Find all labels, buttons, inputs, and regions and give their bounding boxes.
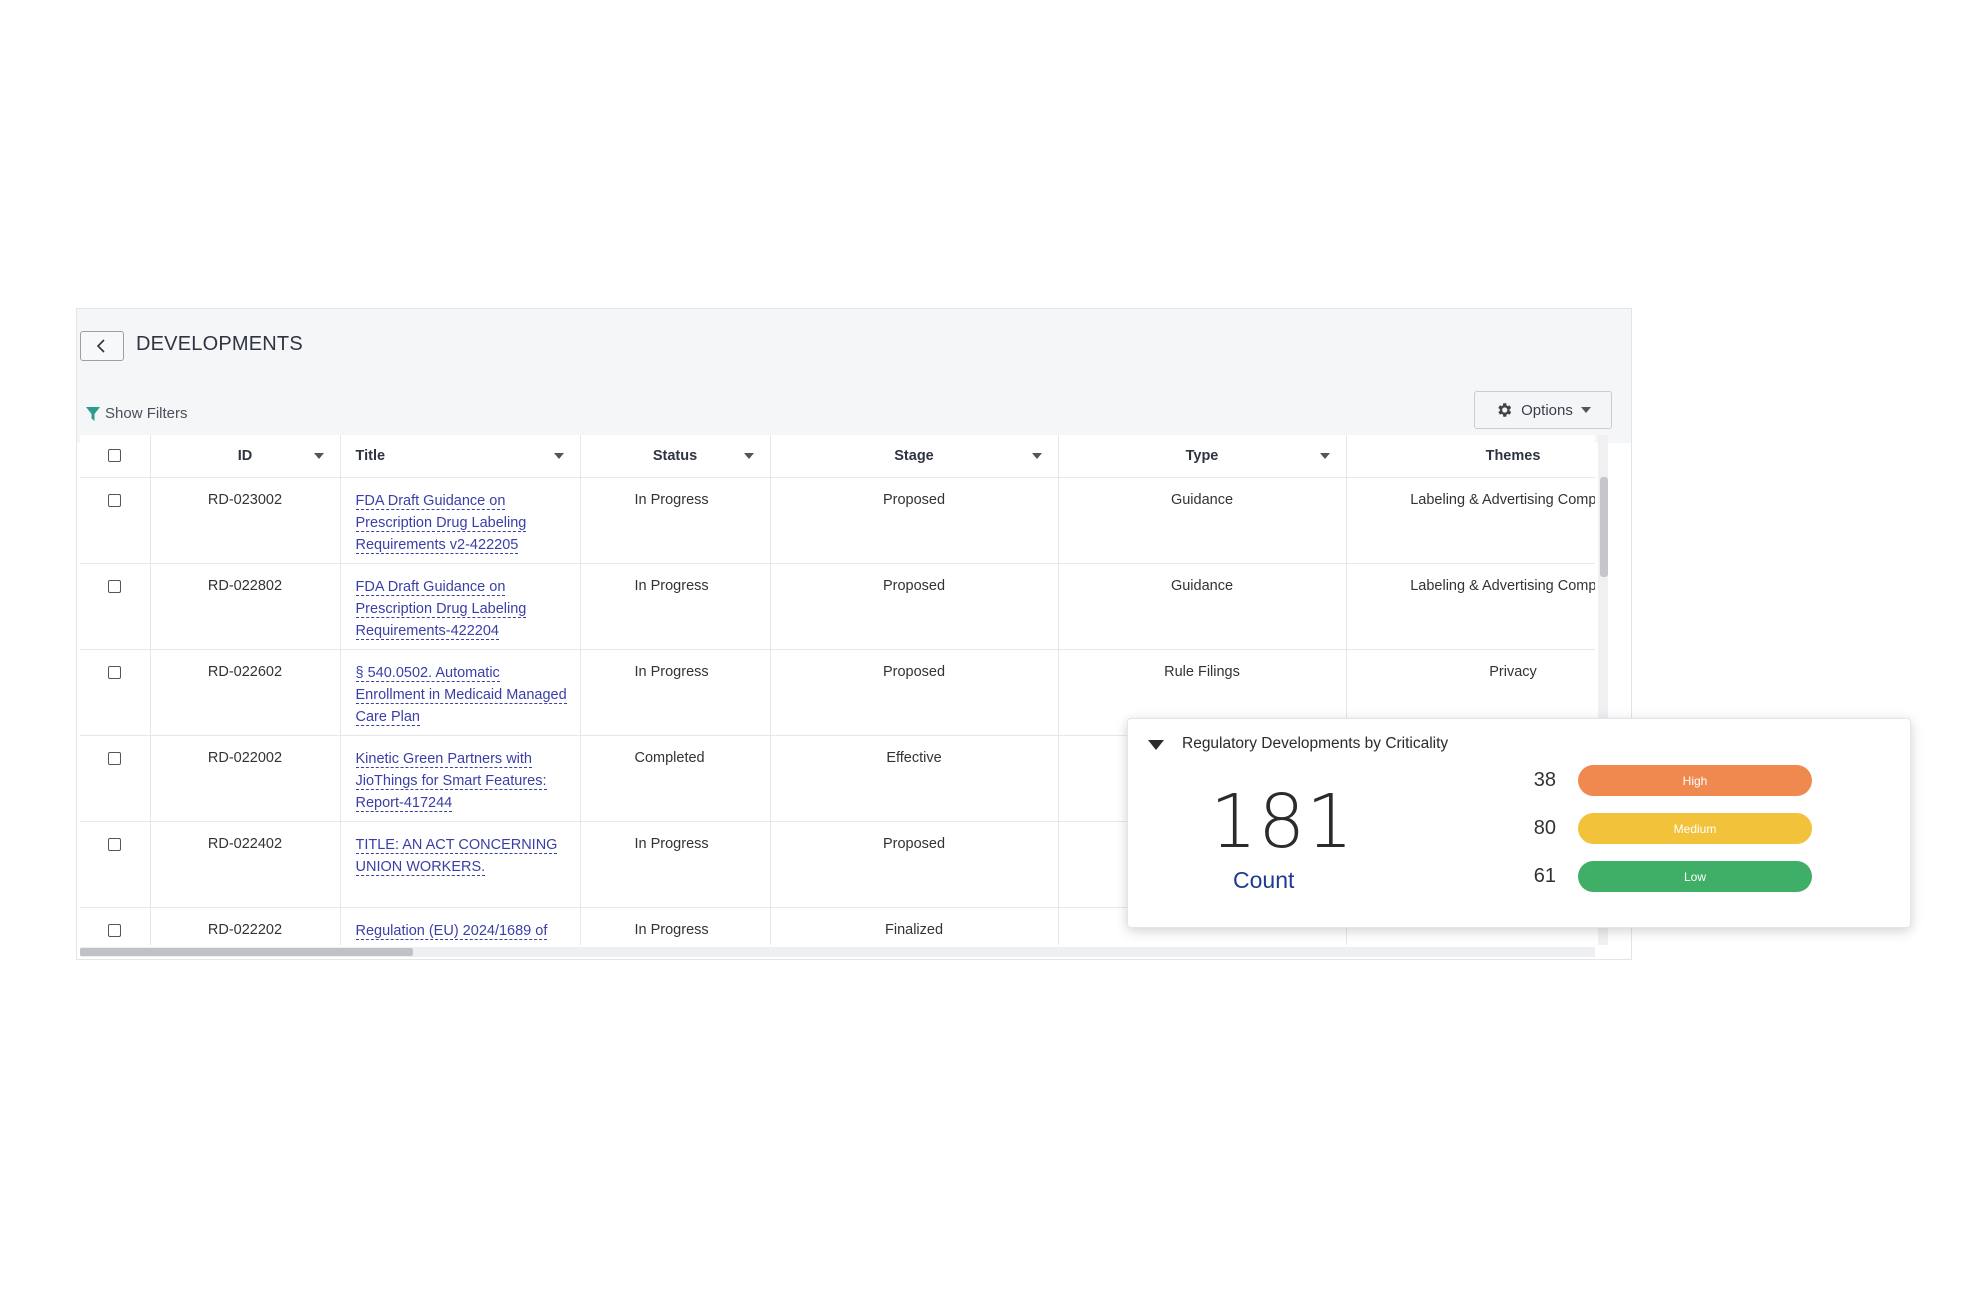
sort-caret-icon[interactable] xyxy=(1031,453,1042,459)
themes-cell: Labeling & Advertising Compliar xyxy=(1346,563,1595,650)
column-header-themes[interactable]: Themes xyxy=(1346,435,1595,478)
row-checkbox[interactable] xyxy=(108,580,122,593)
type-cell: Guidance xyxy=(1058,477,1347,564)
title-link[interactable]: FDA Draft Guidance on Prescription Drug … xyxy=(355,493,527,554)
table-row: RD-022802 FDA Draft Guidance on Prescrip… xyxy=(80,563,1595,650)
stage-cell: Proposed xyxy=(770,649,1059,736)
id-cell: RD-022802 xyxy=(150,563,341,650)
options-label: Options xyxy=(1521,401,1573,419)
status-cell: In Progress xyxy=(580,563,771,650)
criticality-row-high: 38 High xyxy=(1498,765,1812,796)
row-checkbox[interactable] xyxy=(108,666,122,679)
id-cell: RD-022002 xyxy=(150,735,341,822)
show-filters-button[interactable]: Show Filters xyxy=(85,405,188,422)
stage-cell: Proposed xyxy=(770,821,1059,908)
show-filters-label: Show Filters xyxy=(105,405,188,422)
chevron-left-icon xyxy=(96,339,105,353)
sort-caret-icon[interactable] xyxy=(1319,453,1330,459)
title-link[interactable]: Regulation (EU) 2024/1689 of the Europea… xyxy=(355,923,548,945)
row-select-cell xyxy=(80,907,151,945)
title-link[interactable]: Kinetic Green Partners with JioThings fo… xyxy=(355,751,547,812)
row-select-cell xyxy=(80,563,151,650)
status-cell: In Progress xyxy=(580,477,771,564)
table-header-row: ID Title Status Stage Type Themes xyxy=(80,435,1595,478)
column-header-stage[interactable]: Stage xyxy=(770,435,1059,478)
row-select-cell xyxy=(80,649,151,736)
row-checkbox[interactable] xyxy=(108,924,122,937)
chevron-down-icon xyxy=(1580,407,1591,413)
back-button[interactable] xyxy=(80,331,124,361)
gear-icon xyxy=(1498,403,1512,417)
collapse-toggle-icon[interactable] xyxy=(1148,740,1164,750)
select-all-header xyxy=(80,435,151,478)
criticality-count: 61 xyxy=(1533,865,1556,887)
title-cell: FDA Draft Guidance on Prescription Drug … xyxy=(340,477,581,564)
criticality-pill-medium[interactable]: Medium xyxy=(1578,813,1812,844)
type-cell: Guidance xyxy=(1058,563,1347,650)
title-link[interactable]: TITLE: AN ACT CONCERNING UNION WORKERS. xyxy=(355,837,558,876)
status-cell: In Progress xyxy=(580,907,771,945)
status-cell: Completed xyxy=(580,735,771,822)
criticality-card: Regulatory Developments by Criticality 1… xyxy=(1127,718,1911,928)
column-header-status[interactable]: Status xyxy=(580,435,771,478)
title-cell: Regulation (EU) 2024/1689 of the Europea… xyxy=(340,907,581,945)
id-cell: RD-022402 xyxy=(150,821,341,908)
criticality-row-low: 61 Low xyxy=(1498,861,1812,892)
column-header-type[interactable]: Type xyxy=(1058,435,1347,478)
select-all-checkbox[interactable] xyxy=(108,448,122,462)
stage-cell: Finalized xyxy=(770,907,1059,945)
title-cell: FDA Draft Guidance on Prescription Drug … xyxy=(340,563,581,650)
stage-cell: Effective xyxy=(770,735,1059,822)
stage-cell: Proposed xyxy=(770,563,1059,650)
total-count: 181 xyxy=(1210,779,1355,865)
row-checkbox[interactable] xyxy=(108,838,122,851)
status-cell: In Progress xyxy=(580,821,771,908)
row-checkbox[interactable] xyxy=(108,494,122,507)
column-header-id[interactable]: ID xyxy=(150,435,341,478)
panel-header: DEVELOPMENTS xyxy=(77,309,1631,386)
id-cell: RD-022202 xyxy=(150,907,341,945)
vertical-scrollbar-thumb[interactable] xyxy=(1600,477,1608,577)
sort-caret-icon[interactable] xyxy=(553,453,564,459)
stage-cell: Proposed xyxy=(770,477,1059,564)
row-checkbox[interactable] xyxy=(108,752,122,765)
sort-caret-icon[interactable] xyxy=(743,453,754,459)
criticality-pill-high[interactable]: High xyxy=(1578,765,1812,796)
id-cell: RD-023002 xyxy=(150,477,341,564)
row-select-cell xyxy=(80,735,151,822)
criticality-count: 38 xyxy=(1533,769,1556,791)
themes-cell: Labeling & Advertising Compliar xyxy=(1346,477,1595,564)
options-button[interactable]: Options xyxy=(1474,391,1612,429)
row-select-cell xyxy=(80,477,151,564)
criticality-row-medium: 80 Medium xyxy=(1498,813,1812,844)
title-cell: Kinetic Green Partners with JioThings fo… xyxy=(340,735,581,822)
criticality-pill-low[interactable]: Low xyxy=(1578,861,1812,892)
criticality-card-title: Regulatory Developments by Criticality xyxy=(1182,735,1449,752)
title-link[interactable]: § 540.0502. Automatic Enrollment in Medi… xyxy=(355,665,567,726)
column-header-title[interactable]: Title xyxy=(340,435,581,478)
horizontal-scrollbar-thumb[interactable] xyxy=(80,948,413,956)
status-cell: In Progress xyxy=(580,649,771,736)
filter-icon xyxy=(86,406,100,421)
id-cell: RD-022602 xyxy=(150,649,341,736)
title-cell: TITLE: AN ACT CONCERNING UNION WORKERS. xyxy=(340,821,581,908)
page-title: DEVELOPMENTS xyxy=(136,333,303,355)
title-cell: § 540.0502. Automatic Enrollment in Medi… xyxy=(340,649,581,736)
criticality-count: 80 xyxy=(1533,817,1556,839)
sort-caret-icon[interactable] xyxy=(313,453,324,459)
table-row: RD-023002 FDA Draft Guidance on Prescrip… xyxy=(80,477,1595,564)
title-link[interactable]: FDA Draft Guidance on Prescription Drug … xyxy=(355,579,527,640)
row-select-cell xyxy=(80,821,151,908)
total-count-label: Count xyxy=(1233,867,1295,893)
